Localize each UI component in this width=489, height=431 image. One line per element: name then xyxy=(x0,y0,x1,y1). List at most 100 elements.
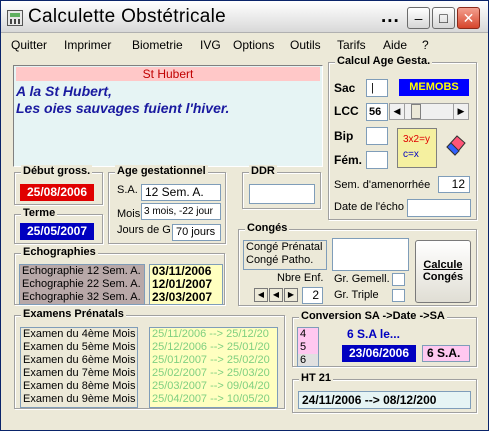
debut-value[interactable]: 25/08/2006 xyxy=(20,184,94,201)
next-icon[interactable]: ▶ xyxy=(284,288,298,302)
exams-label: Examens Prénatals xyxy=(21,308,126,320)
list-item[interactable]: 5 xyxy=(298,341,318,354)
menu-quitter[interactable]: Quitter xyxy=(11,38,47,52)
bip-label: Bip xyxy=(334,129,354,143)
mois-label: Mois xyxy=(117,208,141,220)
close-button[interactable]: ✕ xyxy=(457,7,480,29)
debut-label: Début gross. xyxy=(21,165,93,177)
echo-label: Echographies xyxy=(21,246,98,258)
list-item[interactable]: Examen du 4ème Mois xyxy=(21,328,137,341)
list-item[interactable]: 4 xyxy=(298,328,318,341)
conversion-date[interactable]: 23/06/2006 xyxy=(342,345,416,362)
echo-panel: Echographies Echographie 12 Sem. A. Echo… xyxy=(14,246,225,305)
saint-name: St Hubert xyxy=(16,67,320,81)
conges-result[interactable] xyxy=(332,238,409,271)
list-item[interactable]: Congé Prénatal xyxy=(244,241,326,254)
list-item[interactable]: 6 xyxy=(298,354,318,366)
ht21-panel: HT 21 24/11/2006 --> 08/12/200 xyxy=(292,372,477,413)
ddr-label: DDR xyxy=(249,165,277,177)
menu-bar: Quitter Imprimer Biometrie IVG Options O… xyxy=(1,34,488,55)
sac-input[interactable]: | xyxy=(366,79,388,97)
gemell-label: Gr. Gemell. xyxy=(334,273,390,285)
title-bar[interactable]: Calculette Obstétricale ... – □ ✕ xyxy=(1,1,488,33)
list-item[interactable]: Echographie 22 Sem. A. xyxy=(20,278,144,291)
memobs-button[interactable]: MEMOBS xyxy=(399,79,469,96)
minimize-button[interactable]: – xyxy=(407,7,430,29)
echo-list[interactable]: Echographie 12 Sem. A. Echographie 22 Se… xyxy=(19,264,145,305)
conversion-sa-line: 6 S.A le... xyxy=(347,327,400,341)
ht21-label: HT 21 xyxy=(299,372,333,384)
ht21-value[interactable]: 24/11/2006 --> 08/12/200 xyxy=(298,391,471,409)
calcule-label: Calcule xyxy=(423,259,463,271)
menu-tarifs[interactable]: Tarifs xyxy=(337,38,366,52)
formula-button[interactable]: 3x2=y c=x xyxy=(397,128,437,168)
menu-imprimer[interactable]: Imprimer xyxy=(64,38,111,52)
list-item[interactable]: Examen du 5ème Mois xyxy=(21,341,137,354)
conversion-sa-value[interactable]: 6 S.A. xyxy=(422,345,470,362)
saint-proverb-line1: A la St Hubert, xyxy=(16,83,112,99)
formula-bottom: c=x xyxy=(403,149,419,160)
title-suffix: ... xyxy=(381,6,400,27)
terme-label: Terme xyxy=(21,207,58,219)
triple-label: Gr. Triple xyxy=(334,289,379,301)
conges-list[interactable]: Congé Prénatal Congé Patho. xyxy=(243,240,327,270)
eraser-icon[interactable] xyxy=(443,133,469,161)
sa-value[interactable]: 12 Sem. A. xyxy=(141,184,221,201)
fem-input[interactable] xyxy=(366,151,388,169)
saint-panel: St Hubert A la St Hubert, Les oies sauva… xyxy=(13,65,323,167)
list-item[interactable]: Examen du 8ème Mois xyxy=(21,380,137,393)
gemell-checkbox[interactable] xyxy=(392,273,405,286)
list-item[interactable]: Examen du 6ème Mois xyxy=(21,354,137,367)
menu-options[interactable]: Options xyxy=(233,38,274,52)
mois-value[interactable]: 3 mois, -22 jour xyxy=(141,203,221,220)
lcc-value[interactable]: 56 xyxy=(366,103,388,121)
conversion-label: Conversion SA ->Date ->SA xyxy=(299,310,447,322)
list-item[interactable]: Congé Patho. xyxy=(244,254,326,267)
conges-label: Congés xyxy=(245,222,290,234)
date-echo-input[interactable] xyxy=(407,199,471,217)
menu-biometrie[interactable]: Biometrie xyxy=(132,38,183,52)
exams-list[interactable]: Examen du 4ème Mois Examen du 5ème Mois … xyxy=(20,327,138,408)
calcul-panel: Calcul Age Gesta. Sac | MEMOBS LCC 56 ◀ … xyxy=(328,55,477,220)
exam-date: 25/11/2006 --> 25/12/20 xyxy=(152,328,269,340)
conversion-list[interactable]: 4 5 6 xyxy=(297,327,319,367)
jours-value[interactable]: 70 jours xyxy=(172,224,221,241)
ddr-input[interactable] xyxy=(249,184,315,204)
menu-aide[interactable]: Aide xyxy=(383,38,407,52)
slider-thumb[interactable] xyxy=(411,104,421,119)
jours-label: Jours de G xyxy=(117,224,171,236)
menu-outils[interactable]: Outils xyxy=(290,38,321,52)
app-icon xyxy=(7,10,23,26)
list-item[interactable]: Examen du 9ème Mois xyxy=(21,393,137,406)
bip-input[interactable] xyxy=(366,127,388,145)
menu-help[interactable]: ? xyxy=(422,38,429,52)
nbre-enf-value[interactable]: 2 xyxy=(302,287,323,304)
list-item[interactable]: Echographie 32 Sem. A. xyxy=(20,291,144,304)
maximize-button[interactable]: □ xyxy=(432,7,455,29)
lcc-slider[interactable]: ◀ ▶ xyxy=(389,103,469,120)
ddr-panel: DDR xyxy=(242,165,321,209)
exam-date: 25/01/2007 --> 25/02/20 xyxy=(152,354,270,366)
exam-date: 25/03/2007 --> 09/04/20 xyxy=(152,380,270,392)
sem-amen-label: Sem. d'amenorrhée xyxy=(334,179,431,191)
saint-proverb-line2: Les oies sauvages fuient l'hiver. xyxy=(16,100,230,116)
date-echo-label: Date de l'écho xyxy=(334,201,404,213)
slider-left-arrow[interactable]: ◀ xyxy=(390,104,405,119)
age-panel: Age gestationnel S.A. 12 Sem. A. Mois 3 … xyxy=(108,165,226,244)
echo-dates: 03/11/2006 12/01/2007 23/03/2007 xyxy=(149,264,223,305)
sem-amen-value[interactable]: 12 xyxy=(438,176,470,193)
first-icon[interactable]: ◀ xyxy=(254,288,268,302)
calcul-label: Calcul Age Gesta. xyxy=(335,55,433,67)
debut-panel: Début gross. 25/08/2006 xyxy=(14,165,103,205)
triple-checkbox[interactable] xyxy=(392,289,405,302)
exams-dates: 25/11/2006 --> 25/12/20 25/12/2006 --> 2… xyxy=(149,327,278,408)
prev-icon[interactable]: ◀ xyxy=(269,288,283,302)
calcule-conges-button[interactable]: Calcule Congés xyxy=(415,240,471,303)
slider-right-arrow[interactable]: ▶ xyxy=(453,104,468,119)
terme-panel: Terme 25/05/2007 xyxy=(14,207,103,244)
terme-value[interactable]: 25/05/2007 xyxy=(20,223,94,240)
fem-label: Fém. xyxy=(334,153,363,167)
list-item[interactable]: Echographie 12 Sem. A. xyxy=(20,265,144,278)
menu-ivg[interactable]: IVG xyxy=(200,38,221,52)
list-item[interactable]: Examen du 7ème Mois xyxy=(21,367,137,380)
